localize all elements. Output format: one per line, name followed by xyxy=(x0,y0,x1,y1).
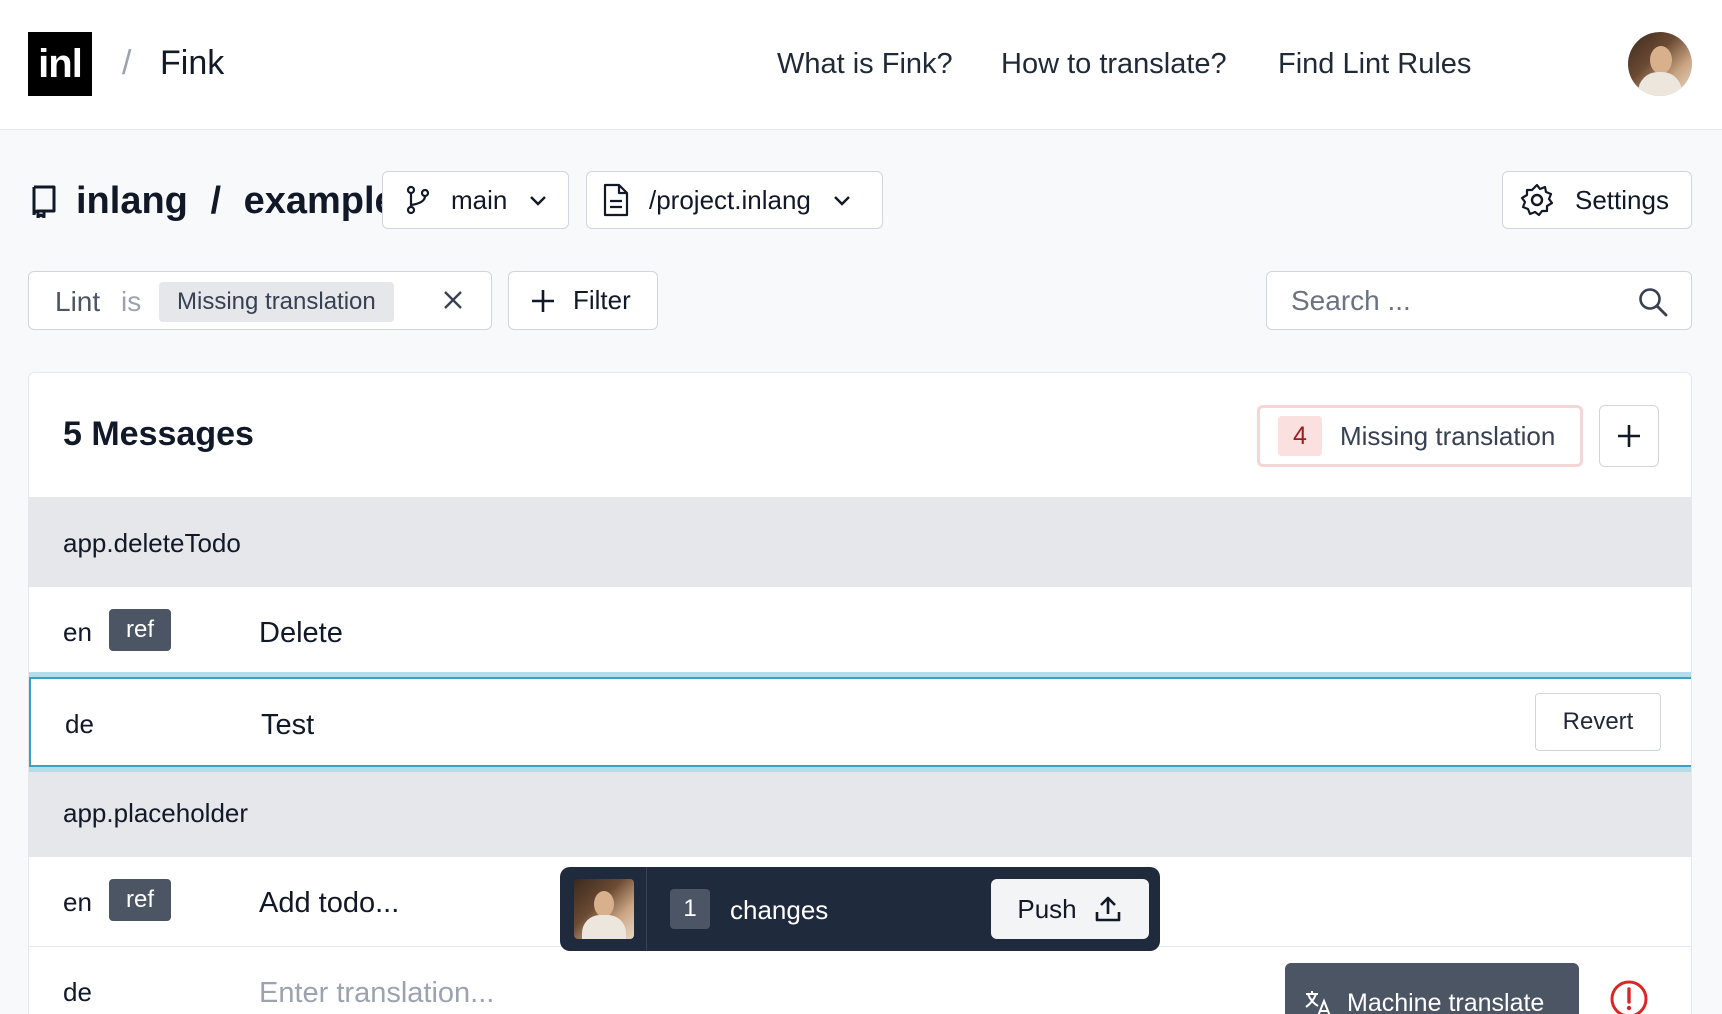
avatar-face xyxy=(1650,46,1672,74)
pattern-row-active[interactable]: de Test Revert xyxy=(29,677,1691,767)
search-input[interactable] xyxy=(1291,284,1621,318)
language-code: de xyxy=(63,977,92,1007)
translate-icon xyxy=(1305,991,1331,1014)
settings-button[interactable]: Settings xyxy=(1502,171,1692,229)
avatar-shirt xyxy=(1638,72,1682,96)
pattern-text[interactable]: Delete xyxy=(259,617,343,650)
repo-owner[interactable]: inlang xyxy=(76,180,188,222)
add-lint-filter-button[interactable] xyxy=(1599,405,1659,467)
branch-name: main xyxy=(451,184,508,215)
add-filter-button[interactable]: Filter xyxy=(508,271,658,330)
message-key-row: app.deleteTodo xyxy=(29,497,1691,587)
brand-separator: / xyxy=(122,44,132,82)
language-code: de xyxy=(65,709,94,739)
lint-summary-label: Missing translation xyxy=(1340,420,1556,451)
pattern-row[interactable]: en ref Delete xyxy=(29,587,1691,677)
lint-filter-chip: Lint is Missing translation xyxy=(28,271,492,330)
lint-count-badge: 4 xyxy=(1278,416,1322,456)
repo-name[interactable]: example xyxy=(244,180,396,222)
nav-what-is-fink[interactable]: What is Fink? xyxy=(777,48,953,81)
reference-badge: ref xyxy=(109,609,171,651)
top-header: inl / Fink What is Fink? How to translat… xyxy=(0,0,1722,130)
pattern-text[interactable]: Add todo... xyxy=(259,887,399,920)
chevron-down-icon xyxy=(834,196,850,206)
message-id: app.placeholder xyxy=(63,798,249,828)
add-filter-label: Filter xyxy=(573,285,631,315)
translation-input-placeholder[interactable]: Enter translation... xyxy=(259,977,494,1010)
search-field xyxy=(1266,271,1692,330)
gear-icon xyxy=(1520,183,1554,217)
filter-key: Lint xyxy=(55,286,101,317)
user-avatar[interactable] xyxy=(1628,32,1692,96)
repository-icon xyxy=(32,185,56,218)
pattern-row[interactable]: de Enter translation... Machine translat… xyxy=(29,947,1691,1014)
close-icon[interactable] xyxy=(439,286,467,314)
app-name[interactable]: Fink xyxy=(160,44,224,83)
warning-icon[interactable] xyxy=(1609,979,1649,1014)
divider xyxy=(646,867,647,951)
git-branch-icon xyxy=(406,185,430,215)
avatar-shirt xyxy=(582,915,626,939)
file-icon xyxy=(603,183,629,217)
reference-badge: ref xyxy=(109,879,171,921)
repository-title: inlang / example xyxy=(76,180,396,223)
push-label: Push xyxy=(1017,893,1077,924)
messages-count-title: 5 Messages xyxy=(63,415,254,453)
upload-icon xyxy=(1095,896,1120,922)
nav-find-lint-rules[interactable]: Find Lint Rules xyxy=(1278,48,1471,81)
nav-how-to-translate[interactable]: How to translate? xyxy=(1001,48,1227,81)
project-file-path: /project.inlang xyxy=(649,184,811,215)
message-key-row: app.placeholder xyxy=(29,767,1691,857)
changes-label: changes xyxy=(730,895,829,925)
language-code: en xyxy=(63,887,92,917)
lint-summary-filter[interactable]: 4 Missing translation xyxy=(1257,405,1583,467)
message-id: app.deleteTodo xyxy=(63,528,241,558)
repo-separator: / xyxy=(210,180,222,222)
pattern-text[interactable]: Test xyxy=(261,709,314,742)
revert-button[interactable]: Revert xyxy=(1535,693,1661,751)
user-avatar xyxy=(574,879,634,939)
machine-translate-button[interactable]: Machine translate xyxy=(1285,963,1579,1014)
avatar-face xyxy=(594,891,614,917)
changes-count-badge: 1 xyxy=(670,889,710,929)
branch-selector[interactable]: main xyxy=(382,171,569,229)
project-file-selector[interactable]: /project.inlang xyxy=(586,171,883,229)
machine-translate-label: Machine translate xyxy=(1347,988,1545,1014)
plus-icon xyxy=(1618,425,1640,447)
language-code: en xyxy=(63,617,92,647)
search-icon[interactable] xyxy=(1637,286,1669,318)
pending-changes-bar: 1 changes Push xyxy=(560,867,1160,951)
inlang-logo[interactable]: inl xyxy=(28,32,92,96)
filter-value[interactable]: Missing translation xyxy=(159,282,394,322)
filter-operator: is xyxy=(121,286,142,317)
settings-label: Settings xyxy=(1575,184,1669,215)
push-button[interactable]: Push xyxy=(991,879,1149,939)
chevron-down-icon xyxy=(530,196,547,206)
plus-icon xyxy=(532,289,554,312)
